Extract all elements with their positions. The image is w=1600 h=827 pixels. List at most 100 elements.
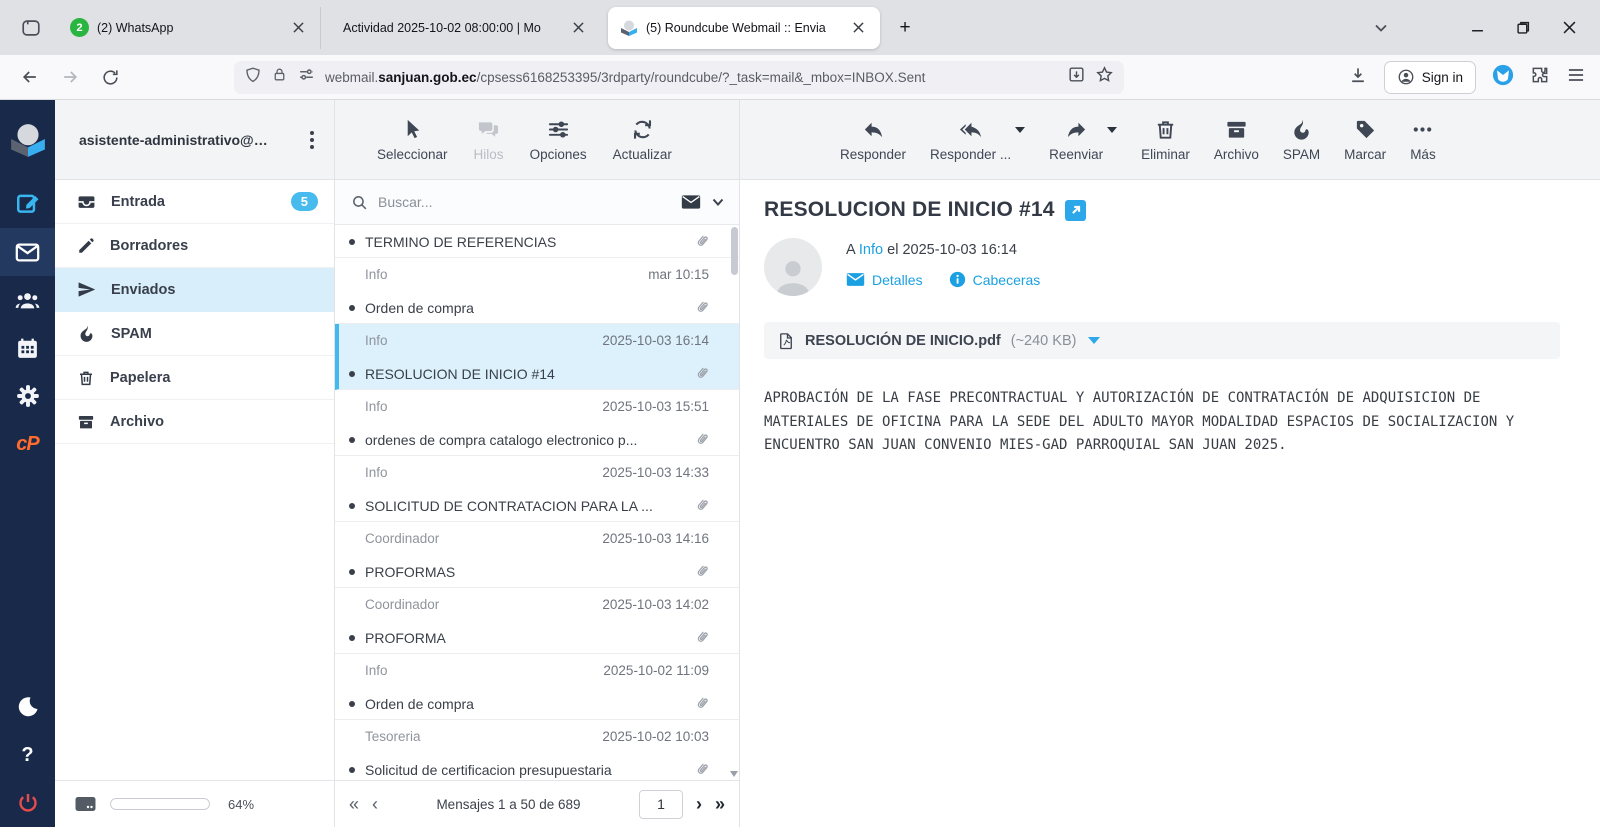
- calendar-nav-button[interactable]: [0, 324, 55, 372]
- window-restore-button[interactable]: [1500, 8, 1546, 48]
- message-list-item[interactable]: Tesoreria2025-10-02 10:03 Solicitud de c…: [335, 720, 739, 780]
- message-list-item[interactable]: Info2025-10-02 11:09 Orden de compra: [335, 654, 739, 720]
- mail-nav-button[interactable]: [0, 228, 55, 276]
- refresh-button[interactable]: Actualizar: [613, 118, 672, 162]
- threads-button[interactable]: Hilos: [474, 118, 504, 162]
- folder-spam[interactable]: SPAM: [55, 312, 334, 356]
- forward-button[interactable]: Reenviar: [1049, 118, 1103, 162]
- save-page-icon[interactable]: [1067, 65, 1086, 89]
- message-list-item[interactable]: TERMINO DE REFERENCIAS: [335, 225, 739, 258]
- page-number-input[interactable]: [639, 790, 683, 819]
- spam-button[interactable]: SPAM: [1283, 118, 1320, 162]
- logout-button[interactable]: [0, 779, 55, 827]
- message-list-item[interactable]: Coordinador2025-10-03 14:02 PROFORMA: [335, 588, 739, 654]
- message-list-item[interactable]: Infomar 10:15 Orden de compra: [335, 258, 739, 324]
- tab-title: (2) WhatsApp: [97, 21, 278, 35]
- help-button[interactable]: ?: [0, 731, 55, 779]
- close-tab-icon[interactable]: [566, 16, 590, 40]
- gear-icon: [15, 383, 41, 409]
- search-options-chevron-icon[interactable]: [711, 195, 725, 209]
- list-all-tabs-icon[interactable]: [1364, 11, 1398, 45]
- folder-entrada[interactable]: Entrada 5: [55, 180, 334, 224]
- help-icon: ?: [21, 744, 33, 767]
- downloads-icon[interactable]: [1348, 65, 1368, 90]
- tab-roundcube-active[interactable]: (5) Roundcube Webmail :: Envia: [608, 7, 880, 49]
- more-button[interactable]: Más: [1410, 118, 1436, 162]
- options-button[interactable]: Opciones: [530, 118, 587, 162]
- list-scrollbar-thumb[interactable]: [731, 227, 738, 275]
- compose-button[interactable]: [0, 180, 55, 228]
- roundcube-favicon: [620, 20, 638, 36]
- menu-hamburger-icon[interactable]: [1566, 65, 1586, 90]
- search-scope-mail-icon[interactable]: [681, 194, 701, 210]
- back-icon[interactable]: [14, 61, 46, 93]
- reply-all-button[interactable]: Responder ...: [930, 118, 1011, 162]
- sign-in-button[interactable]: Sign in: [1384, 61, 1476, 94]
- message-list-item[interactable]: Info2025-10-03 15:51 ordenes de compra c…: [335, 390, 739, 456]
- first-page-button[interactable]: «: [349, 795, 359, 813]
- forward-dropdown-caret[interactable]: [1107, 127, 1117, 133]
- window-close-button[interactable]: [1546, 8, 1592, 48]
- firefox-view-icon[interactable]: [14, 11, 48, 45]
- moon-icon: [16, 695, 40, 719]
- search-input[interactable]: [378, 194, 671, 210]
- firefox-account-icon[interactable]: [1492, 64, 1514, 91]
- folder-enviados[interactable]: Enviados: [55, 268, 334, 312]
- sender-avatar: [764, 238, 822, 296]
- attachment-dropdown-caret[interactable]: [1088, 337, 1100, 344]
- next-page-button[interactable]: ›: [696, 795, 702, 813]
- message-body: APROBACIÓN DE LA FASE PRECONTRACTUAL Y A…: [764, 387, 1569, 458]
- select-button[interactable]: Seleccionar: [377, 118, 448, 162]
- last-page-button[interactable]: »: [715, 795, 725, 813]
- forward-icon[interactable]: [54, 61, 86, 93]
- message-list-item-selected[interactable]: Info2025-10-03 16:14 RESOLUCION DE INICI…: [335, 324, 739, 390]
- dark-mode-button[interactable]: [0, 683, 55, 731]
- contacts-nav-button[interactable]: [0, 276, 55, 324]
- quota-percent: 64%: [228, 797, 254, 812]
- attachment-item[interactable]: RESOLUCIÓN DE INICIO.pdf (~240 KB): [764, 322, 1560, 359]
- bookmark-star-icon[interactable]: [1095, 65, 1114, 89]
- close-tab-icon[interactable]: [846, 16, 870, 40]
- folder-borradores[interactable]: Borradores: [55, 224, 334, 268]
- flame-icon: [77, 324, 96, 343]
- tab-whatsapp[interactable]: 2 (2) WhatsApp: [58, 7, 320, 49]
- list-scrollbar-down-arrow[interactable]: [730, 771, 738, 777]
- window-minimize-button[interactable]: [1454, 8, 1500, 48]
- mark-button[interactable]: Marcar: [1344, 118, 1386, 162]
- folder-archivo[interactable]: Archivo: [55, 400, 334, 444]
- tab-title: (5) Roundcube Webmail :: Envia: [646, 21, 838, 35]
- person-icon: [771, 256, 815, 296]
- open-in-new-window-icon[interactable]: [1065, 200, 1086, 221]
- cpanel-button[interactable]: cP: [0, 420, 55, 468]
- reply-button[interactable]: Responder: [840, 118, 906, 162]
- unread-dot: [349, 569, 355, 575]
- tab-title: Actividad 2025-10-02 08:00:00 | Mo: [343, 21, 558, 35]
- account-menu-icon[interactable]: [304, 127, 320, 153]
- address-bar[interactable]: webmail.sanjuan.gob.ec/cpsess6168253395/…: [234, 61, 1124, 94]
- forward-icon: [1065, 118, 1088, 141]
- message-view-column: Responder Responder ... Reenviar: [740, 100, 1600, 827]
- tab-actividad[interactable]: Actividad 2025-10-02 08:00:00 | Mo: [320, 7, 600, 49]
- details-button[interactable]: Detalles: [846, 271, 923, 288]
- permissions-icon[interactable]: [297, 65, 316, 89]
- folder-papelera[interactable]: Papelera: [55, 356, 334, 400]
- recipient-link[interactable]: Info: [859, 242, 883, 258]
- search-bar: [335, 180, 739, 225]
- message-list-item[interactable]: Info2025-10-03 14:33 SOLICITUD DE CONTRA…: [335, 456, 739, 522]
- prev-page-button[interactable]: ‹: [372, 795, 378, 813]
- folders-column: asistente-administrativo@… Entrada 5 Bor…: [55, 100, 335, 827]
- threads-icon: [477, 118, 500, 141]
- delete-button[interactable]: Eliminar: [1141, 118, 1190, 162]
- reload-icon[interactable]: [94, 61, 126, 93]
- close-tab-icon[interactable]: [286, 16, 310, 40]
- message-list-item[interactable]: Coordinador2025-10-03 14:16 PROFORMAS: [335, 522, 739, 588]
- shield-icon[interactable]: [244, 66, 262, 89]
- lock-icon[interactable]: [271, 66, 288, 88]
- new-tab-button[interactable]: +: [888, 11, 922, 45]
- settings-nav-button[interactable]: [0, 372, 55, 420]
- headers-button[interactable]: Cabeceras: [949, 271, 1041, 288]
- archive-button[interactable]: Archivo: [1214, 118, 1259, 162]
- browser-toolbar: webmail.sanjuan.gob.ec/cpsess6168253395/…: [0, 55, 1600, 100]
- reply-all-dropdown-caret[interactable]: [1015, 127, 1025, 133]
- extensions-puzzle-icon[interactable]: [1530, 65, 1550, 90]
